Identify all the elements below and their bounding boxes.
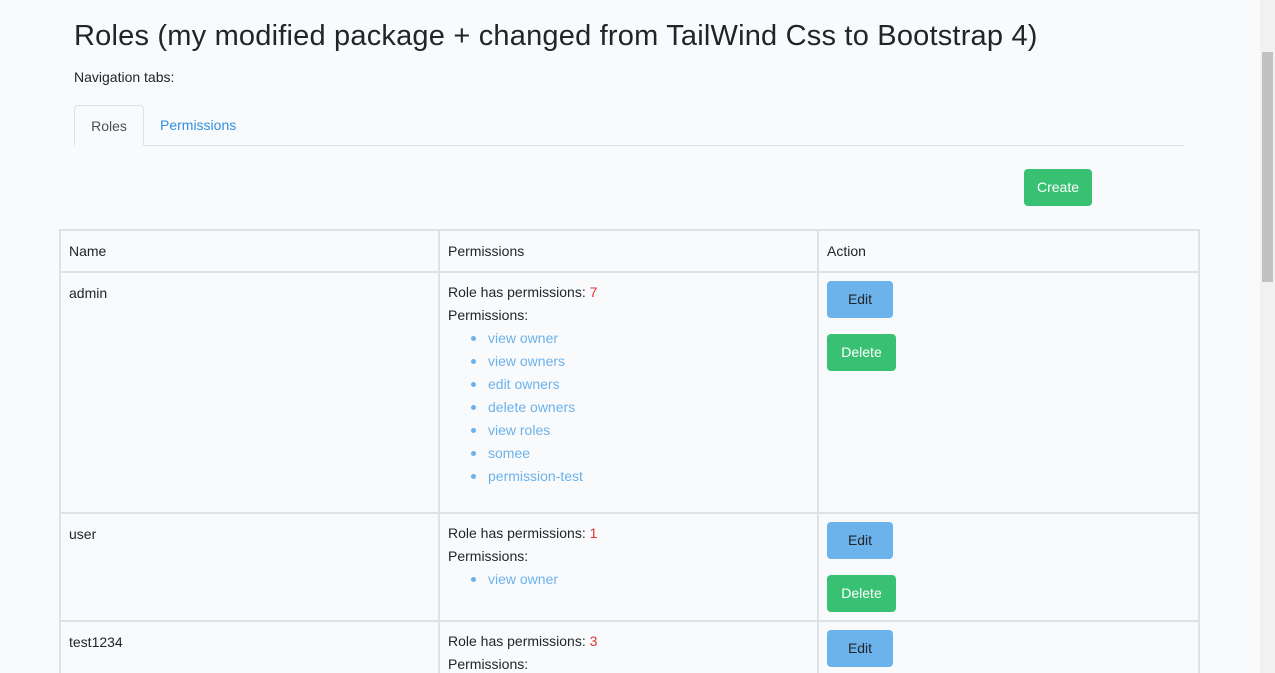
permission-link-label: somee [488,445,531,461]
bullet-icon [471,451,476,456]
column-header-action: Action [817,229,1200,273]
bullet-icon [471,577,476,582]
permission-link-label: view owner [488,571,559,587]
tab-permissions[interactable]: Permissions [160,105,236,146]
permission-link[interactable]: delete owners [471,396,809,419]
permission-link[interactable]: permission-test [471,465,809,488]
permission-link-label: view roles [488,422,551,438]
permission-count-line: Role has permissions: 3 [448,630,809,653]
permission-link[interactable]: view owners [471,350,809,373]
role-name: admin [59,271,440,514]
table-row: user Role has permissions: 1 Permissions… [59,512,1200,622]
role-permissions-cell: Role has permissions: 7 Permissions: vie… [438,271,819,514]
vertical-scrollbar[interactable] [1260,0,1275,673]
table-header-row: Name Permissions Action [59,229,1200,273]
permission-link[interactable]: edit owners [471,373,809,396]
bullet-icon [471,405,476,410]
roles-table: Name Permissions Action admin Role has p… [59,229,1200,673]
permission-link-label: delete owners [488,399,576,415]
delete-button[interactable]: Delete [827,575,896,612]
role-permissions-cell: Role has permissions: 1 Permissions: vie… [438,512,819,622]
tab-roles[interactable]: Roles [74,105,144,146]
permission-count: 3 [589,633,598,649]
table-row: admin Role has permissions: 7 Permission… [59,271,1200,514]
permission-count-line: Role has permissions: 7 [448,281,809,304]
role-actions-cell: Edit Delete [817,512,1200,622]
permission-link-label: edit owners [488,376,560,392]
permission-link-label: view owners [488,353,566,369]
permission-count: 7 [589,284,598,300]
bullet-icon [471,474,476,479]
edit-button[interactable]: Edit [827,281,893,318]
nav-tabs-label: Navigation tabs: [74,69,175,85]
permission-count-prefix: Role has permissions: [448,633,590,649]
permission-count-prefix: Role has permissions: [448,284,590,300]
table-row: test1234 Role has permissions: 3 Permiss… [59,620,1200,673]
permission-count-prefix: Role has permissions: [448,525,590,541]
role-name: test1234 [59,620,440,673]
column-header-permissions: Permissions [438,229,819,273]
bullet-icon [471,382,476,387]
permission-list: view owner view owners edit owners delet… [448,327,809,488]
bullet-icon [471,336,476,341]
permission-count: 1 [589,525,598,541]
role-actions-cell: Edit [817,620,1200,673]
role-actions-cell: Edit Delete [817,271,1200,514]
role-permissions-cell: Role has permissions: 3 Permissions: [438,620,819,673]
permission-link-label: permission-test [488,468,583,484]
role-name: user [59,512,440,622]
edit-button[interactable]: Edit [827,522,893,559]
bullet-icon [471,359,476,364]
permissions-label: Permissions: [448,548,529,564]
permission-count-line: Role has permissions: 1 [448,522,809,545]
bullet-icon [471,428,476,433]
column-header-name: Name [59,229,440,273]
scrollbar-thumb[interactable] [1262,52,1273,282]
permission-link[interactable]: view owner [471,327,809,350]
create-button[interactable]: Create [1024,169,1092,206]
permission-link-label: view owner [488,330,559,346]
permission-link[interactable]: somee [471,442,809,465]
permission-list: view owner [448,568,809,591]
page-title: Roles (my modified package + changed fro… [74,20,1038,52]
permission-link[interactable]: view roles [471,419,809,442]
permissions-label: Permissions: [448,307,529,323]
permissions-label: Permissions: [448,656,529,672]
nav-tabs: Roles Permissions [74,105,1184,146]
permission-link[interactable]: view owner [471,568,809,591]
delete-button[interactable]: Delete [827,334,896,371]
roles-table-wrapper: Name Permissions Action admin Role has p… [59,229,1200,673]
page: Roles (my modified package + changed fro… [0,0,1275,673]
edit-button[interactable]: Edit [827,630,893,667]
